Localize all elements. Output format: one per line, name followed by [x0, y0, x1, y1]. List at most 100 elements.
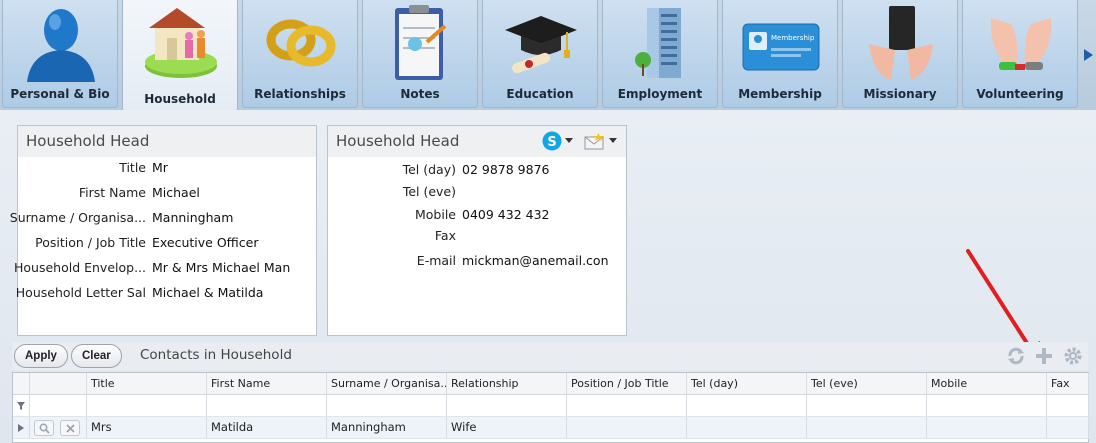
tab-volunteering[interactable]: Volunteering: [962, 0, 1078, 108]
field-label: First Name: [78, 185, 146, 200]
filter-cell[interactable]: [207, 395, 327, 416]
household-content: Household Head Title Mr First Name Micha…: [0, 110, 1096, 443]
household-contact-panel: Household Head S Tel (day) 02 9878 9876 …: [327, 125, 627, 336]
row-indicator-cell: [13, 395, 30, 416]
tab-label: Relationships: [254, 87, 346, 101]
tab-label: Notes: [400, 87, 440, 101]
cell-tel-eve[interactable]: [807, 417, 927, 438]
column-header-surname[interactable]: Surname / Organisa...: [327, 373, 447, 394]
column-header-tel-day[interactable]: Tel (day): [687, 373, 807, 394]
field-label: Position / Job Title: [35, 235, 146, 250]
tab-household[interactable]: Household: [122, 0, 238, 112]
field-position: Position / Job Title Executive Officer: [18, 235, 318, 255]
action-column-header: [30, 373, 87, 394]
clipboard-icon: [395, 5, 447, 80]
field-value[interactable]: Michael & Matilda: [152, 285, 263, 300]
membership-card-icon: Membership: [742, 23, 820, 71]
tab-strip: Personal & Bio Household Relationships N…: [0, 0, 1096, 112]
skype-icon[interactable]: S: [542, 131, 562, 151]
remove-record-button[interactable]: [60, 420, 80, 436]
tab-employment[interactable]: Employment: [602, 0, 718, 108]
column-header-first-name[interactable]: First Name: [207, 373, 327, 394]
row-indicator-cell: [13, 373, 30, 394]
tab-membership[interactable]: Membership Membership: [722, 0, 838, 108]
cell-title[interactable]: Mrs: [87, 417, 207, 438]
filter-cell[interactable]: [447, 395, 567, 416]
tab-label: Education: [506, 87, 574, 101]
filter-icon[interactable]: [17, 402, 25, 410]
cell-surname[interactable]: Manningham: [327, 417, 447, 438]
tab-label: Volunteering: [976, 87, 1064, 101]
field-mobile: Mobile 0409 432 432: [328, 207, 628, 227]
cell-mobile[interactable]: [927, 417, 1047, 438]
row-expand-icon[interactable]: [18, 424, 24, 432]
contacts-toolbar: Apply Clear Contacts in Household: [12, 342, 1088, 370]
cell-position[interactable]: [567, 417, 687, 438]
field-value[interactable]: Michael: [152, 185, 200, 200]
column-header-tel-eve[interactable]: Tel (eve): [807, 373, 927, 394]
field-label: Surname / Organisa...: [9, 210, 146, 225]
house-icon: [145, 8, 217, 78]
field-value[interactable]: 02 9878 9876: [462, 162, 549, 177]
filter-cell[interactable]: [327, 395, 447, 416]
column-header-fax[interactable]: Fax: [1047, 373, 1089, 394]
field-label: Tel (eve): [402, 184, 456, 199]
tab-label: Employment: [617, 87, 703, 101]
email-icon[interactable]: [584, 132, 606, 150]
raised-hands-icon: [990, 18, 1052, 70]
filter-cell[interactable]: [687, 395, 807, 416]
column-header-title[interactable]: Title: [87, 373, 207, 394]
tab-personal-bio[interactable]: Personal & Bio: [2, 0, 118, 108]
field-value[interactable]: Manningham: [152, 210, 233, 225]
cell-fax[interactable]: [1047, 417, 1089, 438]
row-actions-cell: [30, 417, 87, 438]
field-label: Title: [119, 160, 146, 175]
column-header-relationship[interactable]: Relationship: [447, 373, 567, 394]
household-head-panel: Household Head Title Mr First Name Micha…: [10, 125, 318, 336]
chevron-down-icon[interactable]: [565, 138, 573, 144]
contacts-title: Contacts in Household: [140, 347, 292, 363]
field-value[interactable]: Executive Officer: [152, 235, 258, 250]
tab-education[interactable]: Education: [482, 0, 598, 108]
field-value[interactable]: Mr & Mrs Michael Man: [152, 260, 290, 275]
view-record-button[interactable]: [34, 420, 54, 436]
refresh-icon[interactable]: [1006, 346, 1026, 366]
cell-tel-day[interactable]: [687, 417, 807, 438]
panel-title: Household Head: [18, 126, 316, 157]
grid-filter-row: [13, 395, 1089, 417]
field-value[interactable]: mickman@anemail.con: [462, 253, 609, 268]
rings-icon: [266, 19, 336, 67]
filter-cell: [30, 395, 87, 416]
field-value[interactable]: Mr: [152, 160, 168, 175]
graduation-cap-icon: [505, 16, 577, 74]
filter-cell[interactable]: [1047, 395, 1089, 416]
gear-icon[interactable]: [1063, 346, 1083, 366]
field-letter-salutation: Household Letter Sal Michael & Matilda: [16, 285, 318, 305]
row-indicator-cell: [13, 417, 30, 438]
field-label: Tel (day): [402, 162, 456, 177]
table-row[interactable]: Mrs Matilda Manningham Wife: [13, 417, 1089, 439]
filter-cell[interactable]: [807, 395, 927, 416]
filter-cell[interactable]: [87, 395, 207, 416]
field-email: E-mail mickman@anemail.con: [328, 253, 628, 273]
chevron-down-icon[interactable]: [609, 138, 617, 144]
tab-label: Household: [144, 92, 216, 106]
apply-button[interactable]: Apply: [14, 344, 68, 368]
field-value[interactable]: 0409 432 432: [462, 207, 549, 222]
field-tel-eve: Tel (eve): [328, 184, 628, 204]
column-header-position[interactable]: Position / Job Title: [567, 373, 687, 394]
add-icon[interactable]: [1034, 346, 1054, 366]
field-label: Fax: [434, 228, 456, 243]
field-tel-day: Tel (day) 02 9878 9876: [328, 162, 628, 182]
contacts-grid: Title First Name Surname / Organisa... R…: [12, 372, 1089, 443]
cell-relationship[interactable]: Wife: [447, 417, 567, 438]
cell-first-name[interactable]: Matilda: [207, 417, 327, 438]
tab-notes[interactable]: Notes: [362, 0, 478, 108]
filter-cell[interactable]: [567, 395, 687, 416]
clear-button[interactable]: Clear: [71, 344, 122, 368]
tab-missionary[interactable]: Missionary: [842, 0, 958, 108]
filter-cell[interactable]: [927, 395, 1047, 416]
tab-relationships[interactable]: Relationships: [242, 0, 358, 108]
scroll-right-icon[interactable]: [1080, 40, 1096, 70]
column-header-mobile[interactable]: Mobile: [927, 373, 1047, 394]
